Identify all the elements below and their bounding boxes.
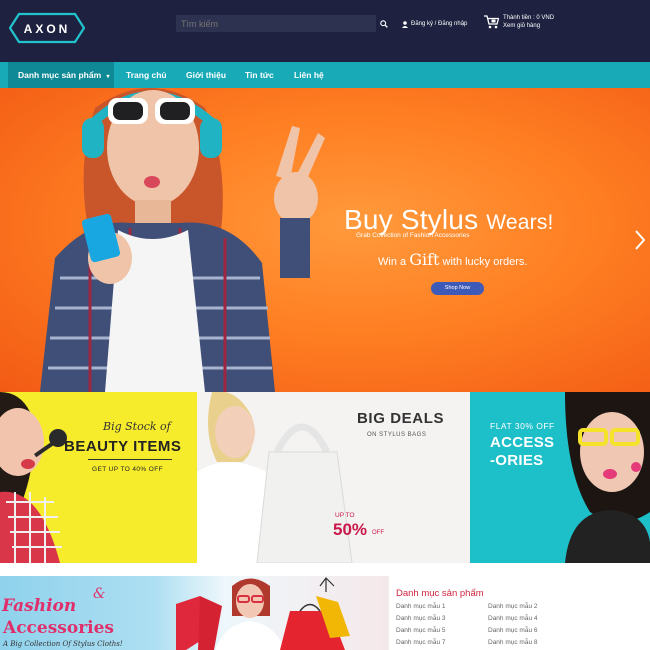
promo-accessories[interactable]: FLAT 30% OFF ACCESS -ORIES — [470, 392, 650, 563]
category-panel: Danh mục sản phẩm Danh mục mẫu 1 Danh mụ… — [388, 576, 588, 650]
hero-gift-word: Gift — [409, 250, 440, 269]
beauty-divider — [88, 459, 172, 460]
category-link[interactable]: Danh mục mẫu 3 — [396, 615, 446, 622]
promo-deals[interactable]: BIG DEALS ON STYLUS BAGS UP TO 50% OFF — [197, 392, 470, 563]
accessories-title-2: -ORIES — [490, 452, 544, 469]
category-link[interactable]: Danh mục mẫu 7 — [396, 639, 446, 646]
beauty-model-image — [0, 392, 67, 563]
deals-off: OFF — [372, 530, 384, 536]
hero-title-main: Buy Stylus — [344, 204, 479, 235]
chevron-right-icon — [635, 230, 646, 250]
category-link[interactable]: Danh mục mẫu 1 — [396, 603, 446, 610]
site-header: AXON Đăng ký / Đăng nhập Thành tiền : 0 … — [0, 0, 650, 62]
category-panel-title: Danh mục sản phẩm — [396, 588, 484, 599]
nav-item-home[interactable]: Trang chủ — [126, 62, 167, 88]
banner-line-3: A Big Collection Of Stylus Cloths! — [3, 640, 123, 648]
slider-next-button[interactable] — [632, 228, 648, 252]
beauty-title: BEAUTY ITEMS — [64, 438, 182, 455]
search-button[interactable] — [376, 15, 392, 32]
hero-slider[interactable]: Buy Stylus Wears! Grab Collection of Fas… — [0, 88, 650, 392]
fashion-banner[interactable]: Fashion & Accessories A Big Collection O… — [0, 576, 388, 650]
main-nav: Danh mục sản phẩm ▾ Trang chủ Giới thiệu… — [0, 62, 650, 88]
deals-subtitle: ON STYLUS BAGS — [367, 432, 427, 438]
nav-item-about[interactable]: Giới thiệu — [186, 62, 226, 88]
hero-subtitle: Grab Collection of Fashion Accessories — [356, 232, 470, 239]
deals-title: BIG DEALS — [357, 410, 445, 427]
nav-item-categories[interactable]: Danh mục sản phẩm ▾ — [8, 62, 114, 88]
category-link[interactable]: Danh mục mẫu 5 — [396, 627, 446, 634]
cart-icon — [484, 15, 499, 29]
beauty-script-text: Big Stock of — [103, 420, 171, 433]
banner-line-2: Accessories — [3, 618, 114, 638]
category-link[interactable]: Danh mục mẫu 4 — [488, 615, 538, 622]
cart-summary[interactable]: Thành tiền : 0 VND Xem giỏ hàng — [484, 14, 564, 36]
category-link[interactable]: Danh mục mẫu 8 — [488, 639, 538, 646]
deals-percent: 50% — [333, 520, 368, 539]
user-icon — [402, 20, 408, 28]
logo-text: AXON — [24, 22, 71, 36]
hero-model-image — [40, 88, 325, 392]
hero-promo-line: Win a Gift with lucky orders. — [378, 250, 527, 269]
banner-ampersand: & — [93, 586, 106, 602]
promo-beauty[interactable]: Big Stock of BEAUTY ITEMS GET UP TO 40% … — [0, 392, 197, 563]
account-link[interactable]: Đăng ký / Đăng nhập — [402, 18, 467, 30]
shop-now-button[interactable]: Shop Now — [431, 282, 484, 295]
accessories-model-image — [565, 392, 650, 563]
accessories-title-1: ACCESS — [490, 434, 555, 451]
account-label: Đăng ký / Đăng nhập — [411, 21, 468, 27]
hero-line-b: with lucky orders. — [442, 256, 528, 268]
category-link[interactable]: Danh mục mẫu 2 — [488, 603, 538, 610]
axon-logo[interactable]: AXON — [8, 12, 86, 44]
logo-hexagon-icon: AXON — [8, 12, 86, 44]
view-cart-link[interactable]: Xem giỏ hàng — [503, 23, 540, 29]
banner-line-1: Fashion — [2, 596, 77, 616]
search-icon — [380, 19, 388, 28]
category-link[interactable]: Danh mục mẫu 6 — [488, 627, 538, 634]
caret-down-icon: ▾ — [106, 74, 110, 80]
search-input[interactable] — [176, 15, 376, 32]
search-bar — [176, 15, 391, 32]
nav-item-contact[interactable]: Liên hệ — [294, 62, 324, 88]
accessories-discount: FLAT 30% OFF — [490, 421, 555, 431]
hero-line-a: Win a — [378, 256, 407, 268]
cart-total: Thành tiền : 0 VND — [503, 15, 555, 21]
deals-upto: UP TO — [335, 512, 355, 519]
nav-label: Danh mục sản phẩm — [18, 70, 102, 80]
hero-title-tail: Wears! — [486, 211, 554, 234]
nav-item-news[interactable]: Tin tức — [245, 62, 274, 88]
beauty-discount: GET UP TO 40% OFF — [92, 466, 163, 473]
